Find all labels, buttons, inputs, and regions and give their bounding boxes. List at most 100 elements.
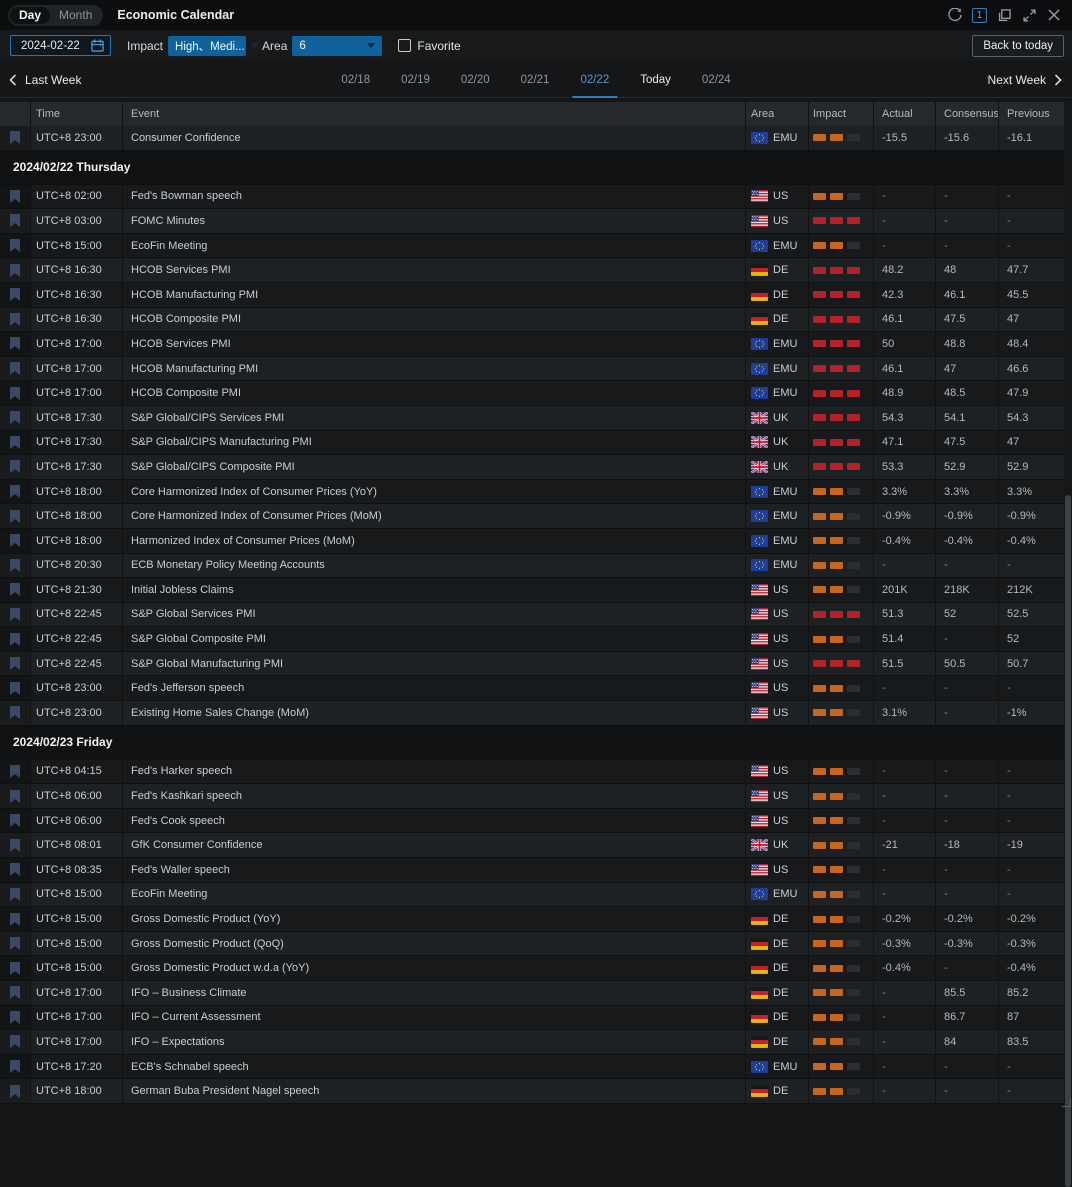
bookmark-button[interactable]	[0, 701, 30, 725]
day-tab-02-22[interactable]: 02/22	[578, 63, 611, 98]
bookmark-button[interactable]	[0, 529, 30, 553]
impact-dropdown[interactable]: High、Medi...	[168, 36, 246, 56]
event-row[interactable]: UTC+8 21:30Initial Jobless ClaimsUS201K2…	[0, 578, 1064, 603]
tab-month[interactable]: Month	[50, 7, 101, 24]
day-tab-02-24[interactable]: 02/24	[700, 63, 733, 98]
last-week-button[interactable]: Last Week	[9, 73, 81, 87]
event-row[interactable]: UTC+8 04:15Fed's Harker speechUS---	[0, 760, 1064, 785]
bookmark-button[interactable]	[0, 1030, 30, 1054]
bookmark-button[interactable]	[0, 1079, 30, 1103]
bookmark-button[interactable]	[0, 652, 30, 676]
bookmark-button[interactable]	[0, 760, 30, 784]
bookmark-button[interactable]	[0, 578, 30, 602]
event-row[interactable]: UTC+8 08:35Fed's Waller speechUS---	[0, 858, 1064, 883]
bookmark-button[interactable]	[0, 185, 30, 209]
event-row[interactable]: UTC+8 17:20ECB's Schnabel speechEMU---	[0, 1055, 1064, 1080]
event-row[interactable]: UTC+8 17:00HCOB Composite PMIEMU48.948.5…	[0, 381, 1064, 406]
event-row[interactable]: UTC+8 15:00EcoFin MeetingEMU---	[0, 234, 1064, 259]
bookmark-button[interactable]	[0, 627, 30, 651]
scrollbar-track[interactable]	[1064, 102, 1072, 1109]
bookmark-button[interactable]	[0, 907, 30, 931]
tab-day[interactable]: Day	[10, 7, 50, 24]
bookmark-button[interactable]	[0, 126, 30, 150]
bookmark-button[interactable]	[0, 981, 30, 1005]
event-row[interactable]: UTC+8 23:00Consumer ConfidenceEMU-15.5-1…	[0, 126, 1064, 151]
event-row[interactable]: UTC+8 17:00IFO – ExpectationsDE-8483.5	[0, 1030, 1064, 1055]
bookmark-button[interactable]	[0, 1055, 30, 1079]
event-row[interactable]: UTC+8 17:00HCOB Manufacturing PMIEMU46.1…	[0, 357, 1064, 382]
bookmark-button[interactable]	[0, 833, 30, 857]
bookmark-button[interactable]	[0, 455, 30, 479]
favorite-checkbox[interactable]	[398, 39, 411, 52]
event-row[interactable]: UTC+8 22:45S&P Global Composite PMIUS51.…	[0, 627, 1064, 652]
bookmark-button[interactable]	[0, 932, 30, 956]
event-row[interactable]: UTC+8 18:00Harmonized Index of Consumer …	[0, 529, 1064, 554]
window-count-badge[interactable]: 1	[972, 8, 987, 23]
event-row[interactable]: UTC+8 18:00German Buba President Nagel s…	[0, 1079, 1064, 1104]
fullscreen-icon[interactable]	[1021, 7, 1037, 23]
bookmark-button[interactable]	[0, 883, 30, 907]
bookmark-button[interactable]	[0, 554, 30, 578]
bookmark-button[interactable]	[0, 956, 30, 980]
event-row[interactable]: UTC+8 06:00Fed's Kashkari speechUS---	[0, 784, 1064, 809]
event-row[interactable]: UTC+8 23:00Existing Home Sales Change (M…	[0, 701, 1064, 726]
favorite-filter[interactable]: Favorite	[398, 39, 460, 53]
event-row[interactable]: UTC+8 08:01GfK Consumer ConfidenceUK-21-…	[0, 833, 1064, 858]
event-row[interactable]: UTC+8 18:00Core Harmonized Index of Cons…	[0, 480, 1064, 505]
back-to-today-button[interactable]: Back to today	[972, 35, 1064, 57]
area-dropdown[interactable]: 6	[292, 36, 382, 56]
bookmark-button[interactable]	[0, 258, 30, 282]
event-row[interactable]: UTC+8 16:30HCOB Services PMIDE48.24847.7	[0, 258, 1064, 283]
bookmark-button[interactable]	[0, 209, 30, 233]
bookmark-button[interactable]	[0, 676, 30, 700]
bookmark-button[interactable]	[0, 504, 30, 528]
bookmark-button[interactable]	[0, 332, 30, 356]
day-tab-02-21[interactable]: 02/21	[519, 63, 552, 98]
event-row[interactable]: UTC+8 17:00IFO – Current AssessmentDE-86…	[0, 1006, 1064, 1031]
bookmark-button[interactable]	[0, 809, 30, 833]
day-tab-today[interactable]: Today	[638, 63, 673, 98]
event-row[interactable]: UTC+8 15:00Gross Domestic Product (YoY)D…	[0, 907, 1064, 932]
event-row[interactable]: UTC+8 06:00Fed's Cook speechUS---	[0, 809, 1064, 834]
event-row[interactable]: UTC+8 02:00Fed's Bowman speechUS---	[0, 185, 1064, 210]
event-row[interactable]: UTC+8 22:45S&P Global Services PMIUS51.3…	[0, 603, 1064, 628]
next-week-button[interactable]: Next Week	[988, 73, 1062, 87]
date-picker-input[interactable]: 2024-02-22	[10, 35, 111, 56]
event-row[interactable]: UTC+8 15:00Gross Domestic Product (QoQ)D…	[0, 932, 1064, 957]
event-row[interactable]: UTC+8 03:00FOMC MinutesUS---	[0, 209, 1064, 234]
event-row[interactable]: UTC+8 18:00Core Harmonized Index of Cons…	[0, 504, 1064, 529]
event-row[interactable]: UTC+8 17:00IFO – Business ClimateDE-85.5…	[0, 981, 1064, 1006]
event-row[interactable]: UTC+8 16:30HCOB Composite PMIDE46.147.54…	[0, 308, 1064, 333]
event-row[interactable]: UTC+8 17:30S&P Global/CIPS Services PMIU…	[0, 406, 1064, 431]
bookmark-button[interactable]	[0, 858, 30, 882]
event-row[interactable]: UTC+8 23:00Fed's Jefferson speechUS---	[0, 676, 1064, 701]
impact-bar	[830, 513, 843, 520]
bookmark-button[interactable]	[0, 234, 30, 258]
refresh-icon[interactable]	[947, 7, 963, 23]
close-icon[interactable]	[1046, 7, 1062, 23]
day-tab-02-20[interactable]: 02/20	[459, 63, 492, 98]
event-row[interactable]: UTC+8 20:30ECB Monetary Policy Meeting A…	[0, 554, 1064, 579]
view-mode-switch[interactable]: Day Month	[8, 5, 103, 26]
bookmark-button[interactable]	[0, 406, 30, 430]
bookmark-button[interactable]	[0, 784, 30, 808]
bookmark-button[interactable]	[0, 1006, 30, 1030]
event-row[interactable]: UTC+8 22:45S&P Global Manufacturing PMIU…	[0, 652, 1064, 677]
bookmark-button[interactable]	[0, 381, 30, 405]
event-row[interactable]: UTC+8 17:30S&P Global/CIPS Manufacturing…	[0, 431, 1064, 456]
bookmark-button[interactable]	[0, 603, 30, 627]
scrollbar-thumb[interactable]	[1065, 495, 1071, 1187]
bookmark-button[interactable]	[0, 283, 30, 307]
duplicate-window-icon[interactable]	[996, 7, 1012, 23]
bookmark-button[interactable]	[0, 480, 30, 504]
event-row[interactable]: UTC+8 17:00HCOB Services PMIEMU5048.848.…	[0, 332, 1064, 357]
bookmark-button[interactable]	[0, 431, 30, 455]
day-tab-02-18[interactable]: 02/18	[339, 63, 372, 98]
event-row[interactable]: UTC+8 15:00Gross Domestic Product w.d.a …	[0, 956, 1064, 981]
bookmark-button[interactable]	[0, 308, 30, 332]
event-row[interactable]: UTC+8 16:30HCOB Manufacturing PMIDE42.34…	[0, 283, 1064, 308]
event-row[interactable]: UTC+8 17:30S&P Global/CIPS Composite PMI…	[0, 455, 1064, 480]
day-tab-02-19[interactable]: 02/19	[399, 63, 432, 98]
bookmark-button[interactable]	[0, 357, 30, 381]
event-row[interactable]: UTC+8 15:00EcoFin MeetingEMU---	[0, 883, 1064, 908]
